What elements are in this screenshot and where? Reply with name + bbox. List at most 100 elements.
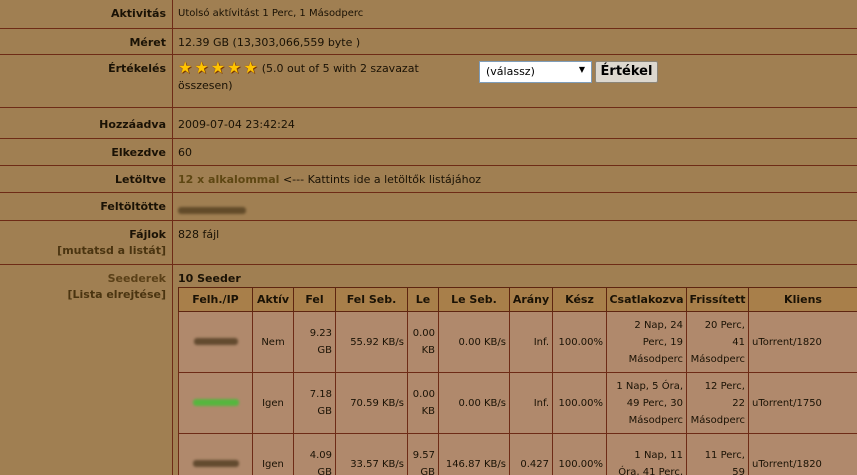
col-header-client[interactable]: Kliens [748,287,857,312]
seeders-count: 10 Seeder [178,272,241,285]
peer-updated-line: 12 Perc, [704,380,745,392]
files-show-link[interactable]: [mutatsd a listát] [0,243,166,259]
peer-updated: 11 Perc, 59 [686,433,749,475]
downloaded-value[interactable]: 12 x alkalommal <--- Kattints ide a letö… [178,166,857,188]
peer-upload-speed: 55.92 KB/s [335,311,408,373]
col-header-ratio[interactable]: Arány [509,287,553,312]
activity-value: Utolsó aktívitást 1 Perc, 1 Másodperc [178,8,364,19]
peer-upload-speed: 70.59 KB/s [335,372,408,434]
col-header-connected[interactable]: Csatlakozva [606,287,687,312]
downloaded-hint: <--- Kattints ide a letöltők listájához [279,173,482,186]
star-icon: ★ [178,58,193,77]
rating-text-2: összesen) [178,79,233,92]
peer-active: Igen [252,433,294,475]
peer-downloaded-value: 0.00 [412,389,435,400]
col-header-download-speed[interactable]: Le Seb. [438,287,510,312]
rate-button[interactable]: Értékel [595,61,658,83]
uploader-value[interactable] [178,193,857,219]
col-header-updated[interactable]: Frissített [686,287,749,312]
rating-stars: ★ ★ ★ ★ ★ [178,58,260,78]
peer-connected: 1 Nap, 5 Óra, 49 Perc, 30 Másodperc [606,372,687,434]
peer-connected-line: 49 Perc, 30 [626,397,683,409]
peer-updated-line: 11 Perc, [704,450,745,461]
peer-name-blurred[interactable] [192,398,239,406]
peer-user[interactable] [178,311,253,373]
peer-active: Nem [252,311,294,373]
peer-connected-line: Óra, 41 Perc, [618,467,683,475]
activity-label: Aktivitás [0,0,173,28]
peer-downloaded: 0.00 KB [407,372,439,434]
star-icon: ★ [227,58,242,77]
table-row: Igen 7.18 GB 70.59 KB/s 0.00 KB 0.00 KB/s … [178,372,857,434]
downloaded-label: Letöltve [0,166,173,192]
peer-ratio: Inf. [509,372,553,434]
col-header-user[interactable]: Felh./IP [178,287,253,312]
peer-user[interactable] [178,372,253,434]
peer-downloaded-value: 0.00 [412,328,435,339]
peer-connected-line: 1 Nap, 11 [634,450,683,461]
rating-label: Értékelés [0,55,173,107]
seeders-hide-link[interactable]: [Lista elrejtése] [0,287,166,303]
peer-updated-line: Másodperc [690,353,745,365]
table-row: Igen 4.09 GB 33.57 KB/s 9.57 GB 146.87 KB/… [178,433,857,475]
peer-updated-line: 59 [732,467,745,475]
peer-connected-line: 1 Nap, 5 Óra, [616,380,683,392]
peer-uploaded-value: 9.23 [309,328,332,339]
peer-updated-line: 41 [732,336,745,348]
downloaded-row: Letöltve 12 x alkalommal <--- Kattints i… [0,166,857,193]
rating-select[interactable]: (válassz) ▼ [479,61,592,83]
peer-name-blurred[interactable] [192,459,239,467]
col-header-upload-speed[interactable]: Fel Seb. [335,287,408,312]
started-label: Elkezdve [0,139,173,165]
peer-uploaded: 7.18 GB [293,372,336,434]
files-label: Fájlok [129,228,166,241]
added-value: 2009-07-04 23:42:24 [178,118,295,131]
peer-uploaded-value: 4.09 [309,450,332,461]
peer-updated-line: 20 Perc, [704,319,745,331]
peer-updated-line: 22 [732,397,745,409]
peer-ratio: Inf. [509,311,553,373]
started-row: Elkezdve 60 [0,139,857,166]
peer-updated: 12 Perc, 22 Másodperc [686,372,749,434]
chevron-down-icon: ▼ [578,65,585,74]
peer-active: Igen [252,372,294,434]
peer-name-blurred[interactable] [193,337,238,345]
uploader-label: Feltöltötte [0,193,173,220]
peer-downloaded-unit: GB [420,467,435,475]
col-header-active[interactable]: Aktív [252,287,294,312]
peer-client: uTorrent/1750 [748,372,857,434]
peer-connected: 2 Nap, 24 Perc, 19 Másodperc [606,311,687,373]
peer-ratio: 0.427 [509,433,553,475]
peer-download-speed: 146.87 KB/s [438,433,510,475]
seeders-table: Felh./IP Aktív Fel Fel Seb. Le Le Seb. A… [178,287,857,475]
peer-connected-line: Perc, 19 [642,336,683,348]
peer-connected-line: Másodperc [628,414,683,426]
seeders-label-cell: Seederek [Lista elrejtése] [0,265,173,475]
peer-download-speed: 0.00 KB/s [438,311,510,373]
peer-uploaded-unit: GB [317,345,332,356]
peer-downloaded: 9.57 GB [407,433,439,475]
peer-uploaded-unit: GB [317,406,332,417]
peer-connected-line: Másodperc [628,353,683,365]
peer-uploaded-value: 7.18 [309,389,332,400]
peer-connected: 1 Nap, 11 Óra, 41 Perc, [606,433,687,475]
started-value: 60 [178,146,192,159]
col-header-uploaded[interactable]: Fel [293,287,336,312]
col-header-downloaded[interactable]: Le [407,287,439,312]
peer-downloaded-unit: KB [421,406,435,417]
size-value: 12.39 GB (13,303,066,559 byte ) [178,36,361,49]
peer-uploaded: 4.09 GB [293,433,336,475]
peer-downloaded-unit: KB [421,345,435,356]
col-header-done[interactable]: Kész [552,287,607,312]
downloaded-count-link[interactable]: 12 x alkalommal [178,173,279,186]
peer-uploaded: 9.23 GB [293,311,336,373]
added-label: Hozzáadva [0,108,173,138]
peer-upload-speed: 33.57 KB/s [335,433,408,475]
files-row: Fájlok [mutatsd a listát] 828 fájl [0,221,857,265]
peer-done: 100.00% [552,311,607,373]
peer-download-speed: 0.00 KB/s [438,372,510,434]
peer-user[interactable] [178,433,253,475]
table-header-row: Felh./IP Aktív Fel Fel Seb. Le Le Seb. A… [178,287,857,312]
table-row: Nem 9.23 GB 55.92 KB/s 0.00 KB 0.00 KB/s I… [178,311,857,373]
uploader-name-blurred[interactable] [178,207,246,214]
